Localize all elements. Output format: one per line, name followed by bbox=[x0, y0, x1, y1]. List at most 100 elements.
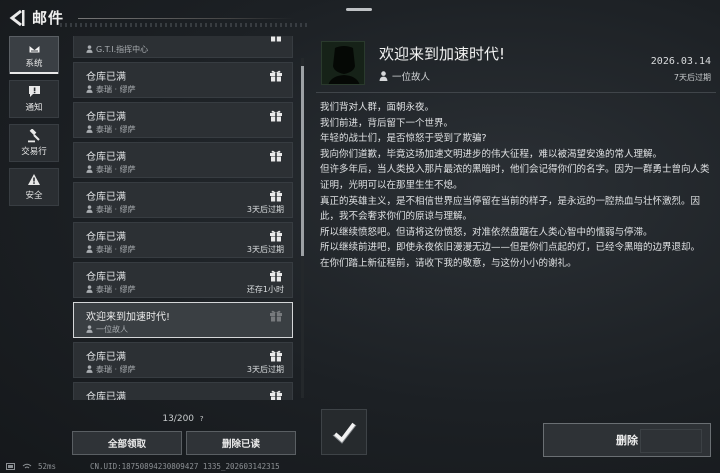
wifi-icon bbox=[22, 463, 32, 469]
sidebar-item-notice[interactable]: 通知 bbox=[9, 80, 59, 118]
mail-item-sender: 泰瑞 · 缪萨 bbox=[86, 364, 136, 375]
mail-item[interactable]: 仓库已满 泰瑞 · 缪萨 3天后过期 bbox=[73, 222, 293, 258]
gift-icon bbox=[269, 67, 283, 82]
gift-icon bbox=[269, 227, 283, 242]
mail-item-sender-name: 一位故人 bbox=[96, 325, 128, 334]
body-paragraph: 在你们踏上新征程前，请收下我的敬意，与这份小小的谢礼。 bbox=[320, 257, 577, 269]
mail-expire: 7天后过期 bbox=[673, 73, 711, 82]
mail-item-expire: 3天后过期 bbox=[246, 365, 284, 374]
detail-divider bbox=[316, 92, 716, 93]
mail-item[interactable]: 仓库已满泰瑞 · 缪萨 bbox=[73, 142, 293, 178]
mail-item-title: 欢迎来到加速时代! bbox=[86, 312, 171, 323]
mail-item-sender-name: 泰瑞 · 缪萨 bbox=[96, 165, 136, 174]
mail-item-sender: 泰瑞 · 缪萨 bbox=[86, 164, 136, 175]
mail-item[interactable]: 仓库已满 泰瑞 · 缪萨 还存1小时 bbox=[73, 262, 293, 298]
body-paragraph: 年轻的战士们，是否惊怒于受到了欺骗? bbox=[320, 133, 487, 145]
sidebar-label: 系统 bbox=[25, 59, 43, 69]
person-icon bbox=[86, 84, 93, 95]
header-decoration bbox=[60, 23, 310, 27]
mail-item-title: 仓库已满 bbox=[86, 112, 126, 123]
body-paragraph: 所以继续愤怒吧。但请将这份愤怒，对准依然盘踞在人类心智中的懦弱与停滞。 bbox=[320, 226, 653, 238]
mail-item-sender: 泰瑞 · 缪萨 bbox=[86, 84, 136, 95]
delete-read-button[interactable]: 删除已读 bbox=[186, 431, 296, 455]
latency: 52ms bbox=[38, 462, 57, 471]
gift-icon bbox=[269, 347, 283, 362]
mail-detail: 欢迎来到加速时代! 一位故人 2026.03.14 7天后过期 我们背对人群，面… bbox=[310, 36, 720, 473]
mail-list[interactable]: G.T.I.指挥中心 仓库已满 泰瑞 · 缪萨 仓库已满 泰瑞 · 缪萨 仓库已满 泰瑞 ·… bbox=[72, 36, 304, 400]
mail-count: 13/200 ? bbox=[72, 414, 294, 424]
check-badge-icon bbox=[332, 422, 357, 444]
header-divider bbox=[78, 18, 294, 19]
back-button[interactable] bbox=[6, 5, 28, 31]
mail-item[interactable]: 仓库已满泰瑞 · 缪萨 3天后过期 bbox=[73, 342, 293, 378]
drag-handle[interactable] bbox=[346, 8, 372, 11]
gift-icon bbox=[269, 187, 283, 202]
mail-item-sender: 泰瑞 · 缪萨 bbox=[86, 204, 136, 215]
person-icon bbox=[86, 324, 93, 335]
delete-label: 删除 bbox=[616, 434, 638, 447]
mail-item[interactable]: 欢迎来到加速时代! 一位故人 bbox=[73, 302, 293, 338]
status-footer: 52ms CN.UID:18750894230809427 1335_20260… bbox=[0, 461, 720, 473]
message-icon bbox=[27, 85, 41, 98]
body-paragraph: 所以继续前进吧，即使永夜依旧漫漫无边——但是你们点起的灯，已经令黑暗的边界退却。 bbox=[320, 242, 701, 254]
mail-list-scrollbar[interactable] bbox=[301, 58, 304, 398]
gift-icon bbox=[269, 147, 283, 162]
mail-item-sender-name: 泰瑞 · 缪萨 bbox=[96, 365, 136, 374]
claim-all-button[interactable]: 全部领取 bbox=[72, 431, 182, 455]
person-icon bbox=[86, 124, 93, 135]
help-icon[interactable]: ? bbox=[200, 415, 204, 423]
mail-body: 我们背对人群，面朝永夜。我们前进，背后留下一个世界。年轻的战士们，是否惊怒于受到… bbox=[320, 100, 710, 272]
mail-item-sender-name: 泰瑞 · 缪萨 bbox=[96, 245, 136, 254]
mail-item[interactable]: 仓库已满泰瑞 · 缪萨 bbox=[73, 62, 293, 98]
body-paragraph: 我们背对人群，面朝永夜。 bbox=[320, 102, 435, 113]
mail-item-expire: 3天后过期 bbox=[246, 205, 284, 214]
delete-mail-button[interactable]: 删除 bbox=[543, 423, 711, 457]
mail-item-title: 仓库已满 bbox=[86, 72, 126, 83]
sidebar-item-system[interactable]: 系统 bbox=[9, 36, 59, 74]
mail-item-sender-name: 泰瑞 · 缪萨 bbox=[96, 125, 136, 134]
mail-item[interactable]: 仓库已满泰瑞 · 缪萨 bbox=[73, 102, 293, 138]
mail-item-sender-name: G.T.I.指挥中心 bbox=[96, 45, 149, 54]
mail-item-sender: 泰瑞 · 缪萨 bbox=[86, 124, 136, 135]
gift-icon bbox=[269, 36, 283, 42]
silhouette-icon bbox=[322, 42, 364, 84]
body-paragraph: 我向你们道歉，毕竟这场加速文明进步的伟大征程，难以被渴望安逸的常人理解。 bbox=[320, 148, 663, 160]
header-bar: 邮件 bbox=[0, 0, 720, 36]
sidebar-item-trade[interactable]: 交易行 bbox=[9, 124, 59, 162]
body-paragraph: 真正的英雄主义，是不相信世界应当停留在当前的样子，是永远的一腔热血与壮怀激烈。因… bbox=[320, 195, 701, 223]
sidebar-label: 交易行 bbox=[21, 147, 47, 157]
mail-item-sender: 泰瑞 · 缪萨 bbox=[86, 284, 136, 295]
person-icon bbox=[86, 204, 93, 215]
mail-item-expire: 3天后过期 bbox=[246, 245, 284, 254]
mail-item-title: 仓库已满 bbox=[86, 152, 126, 163]
mail-item-sender: 一位故人 bbox=[86, 324, 128, 335]
mail-item[interactable]: 仓库已满泰瑞 · 缪萨 3天后过期 bbox=[73, 182, 293, 218]
mail-item-sender-name: 泰瑞 · 缪萨 bbox=[96, 205, 136, 214]
mail-count-value: 13/200 bbox=[162, 414, 195, 424]
gift-icon bbox=[269, 307, 283, 322]
person-icon bbox=[86, 364, 93, 375]
mail-date: 2026.03.14 bbox=[650, 56, 711, 67]
warning-icon bbox=[27, 173, 41, 186]
mail-item-sender: 泰瑞 · 缪萨 bbox=[86, 244, 136, 255]
mail-item-title: 仓库已满 bbox=[86, 192, 126, 203]
person-icon bbox=[86, 284, 93, 295]
attachment-slot[interactable] bbox=[321, 409, 367, 455]
sidebar-label: 通知 bbox=[25, 103, 43, 113]
mail-item-title: 仓库已满 bbox=[86, 352, 126, 363]
person-icon bbox=[379, 71, 388, 81]
mail-sender: 一位故人 bbox=[379, 69, 430, 83]
mail-item[interactable]: 仓库已满泰瑞 · 缪萨 bbox=[73, 382, 293, 400]
sender-name: 一位故人 bbox=[392, 72, 431, 83]
category-sidebar: 系统 通知 交易行 安全 bbox=[9, 36, 59, 212]
body-paragraph: 我们前进，背后留下一个世界。 bbox=[320, 117, 454, 129]
gift-icon bbox=[269, 267, 283, 282]
mail-item-expire: 还存1小时 bbox=[246, 285, 284, 294]
sidebar-item-security[interactable]: 安全 bbox=[9, 168, 59, 206]
back-arrow-icon bbox=[9, 9, 25, 27]
mail-item[interactable]: G.T.I.指挥中心 bbox=[73, 36, 293, 58]
user-uid: CN.UID:18750894230809427 1335_2026031423… bbox=[90, 462, 280, 471]
scrollbar-thumb[interactable] bbox=[301, 66, 304, 256]
sender-avatar bbox=[321, 41, 365, 85]
network-status: 52ms bbox=[6, 462, 56, 471]
